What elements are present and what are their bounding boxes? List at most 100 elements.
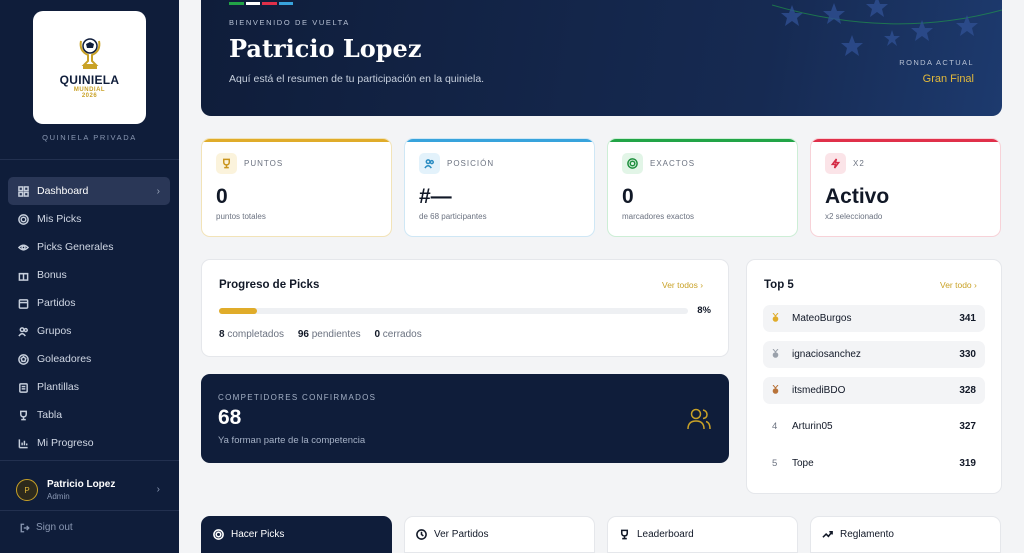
stat-subtitle: marcadores exactos [622, 212, 695, 221]
sidebar-nav: Dashboard › Mis Picks Picks Generales Bo… [8, 177, 170, 457]
stat-label: X2 [853, 159, 865, 168]
player-name: Tope [792, 458, 814, 469]
competitors-label: COMPETIDORES CONFIRMADOS [218, 393, 377, 402]
button-label: Leaderboard [637, 529, 694, 540]
ball-icon [18, 353, 29, 365]
player-points: 341 [959, 313, 976, 324]
competitors-subtitle: Ya forman parte de la competencia [218, 435, 366, 446]
stat-value: 0 [622, 185, 634, 208]
sidebar-item-label: Mi Progreso [37, 437, 94, 449]
sidebar-item-label: Picks Generales [37, 241, 114, 253]
lightning-icon [825, 153, 846, 174]
target-icon [622, 153, 643, 174]
card-title: Progreso de Picks [219, 279, 320, 291]
welcome-label: BIENVENIDO DE VUELTA [229, 18, 350, 27]
sidebar-item-label: Partidos [37, 297, 76, 309]
progress-bar [219, 308, 688, 314]
sidebar-item-grupos[interactable]: Grupos [8, 317, 170, 345]
flag-stripes [229, 2, 295, 5]
user-menu[interactable]: P Patricio Lopez Admin › [16, 475, 166, 505]
sidebar-item-goleadores[interactable]: Goleadores [8, 345, 170, 373]
sidebar-item-label: Grupos [37, 325, 72, 337]
player-points: 328 [959, 385, 976, 396]
leaderboard-row[interactable]: MateoBurgos 341 [763, 305, 985, 332]
progress-stats: 8 completados 96 pendientes 0 cerrados [219, 329, 422, 340]
round-label: RONDA ACTUAL [899, 58, 974, 67]
sidebar-item-mi-progreso[interactable]: Mi Progreso [8, 429, 170, 457]
sidebar-item-bonus[interactable]: Bonus [8, 261, 170, 289]
sidebar-item-mis-picks[interactable]: Mis Picks [8, 205, 170, 233]
users-icon [685, 405, 713, 433]
stat-label: EXACTOS [650, 159, 696, 168]
stat-subtitle: de 68 participantes [419, 212, 487, 221]
see-all-leaderboard-link[interactable]: Ver todo › [940, 280, 977, 290]
stat-label: POSICIÓN [447, 159, 495, 168]
divider [0, 159, 179, 160]
card-title: Top 5 [764, 279, 794, 291]
sidebar-item-plantillas[interactable]: Plantillas [8, 373, 170, 401]
player-points: 330 [959, 349, 976, 360]
eye-icon [18, 243, 29, 251]
button-label: Hacer Picks [231, 529, 285, 540]
stat-card-posicion: POSICIÓN #— de 68 participantes [404, 138, 595, 237]
stat-value: Activo [825, 185, 890, 208]
sidebar-item-picks-generales[interactable]: Picks Generales [8, 233, 170, 261]
bronze-medal-icon [772, 384, 792, 397]
stat-label: PUNTOS [244, 159, 284, 168]
sidebar-item-partidos[interactable]: Partidos [8, 289, 170, 317]
card-accent [405, 139, 594, 142]
competitors-count: 68 [218, 406, 242, 429]
stars-decoration-icon [772, 0, 1002, 56]
avatar: P [16, 479, 38, 501]
player-name: ignaciosanchez [792, 349, 861, 360]
sidebar-item-label: Plantillas [37, 381, 80, 393]
round-value: Gran Final [922, 73, 974, 85]
app-logo[interactable]: QUINIELA MUNDIAL 2026 [33, 11, 146, 124]
progress-bar-fill [219, 308, 257, 314]
rules-button[interactable]: Reglamento [810, 516, 1001, 553]
card-accent [202, 139, 391, 142]
leaderboard-button[interactable]: Leaderboard [607, 516, 798, 553]
users-icon [419, 153, 440, 174]
make-picks-button[interactable]: Hacer Picks [201, 516, 392, 553]
trend-icon [822, 530, 833, 538]
leaderboard-row[interactable]: 5 Tope 319 [763, 450, 985, 477]
gold-medal-icon [772, 312, 792, 325]
divider [0, 460, 179, 461]
progress-percent: 8% [697, 305, 711, 316]
player-name: itsmediBDO [792, 385, 846, 396]
sidebar: QUINIELA MUNDIAL 2026 QUINIELA PRIVADA D… [0, 0, 179, 553]
sign-out-button[interactable]: Sign out [20, 522, 73, 533]
sidebar-item-dashboard[interactable]: Dashboard › [8, 177, 170, 205]
leaderboard-row[interactable]: itsmediBDO 328 [763, 377, 985, 404]
view-matches-button[interactable]: Ver Partidos [404, 516, 595, 553]
sidebar-subtitle: QUINIELA PRIVADA [42, 133, 137, 142]
calendar-icon [18, 298, 29, 309]
stat-value: #— [419, 185, 452, 208]
sidebar-item-tabla[interactable]: Tabla [8, 401, 170, 429]
player-rank: 4 [772, 421, 778, 432]
clock-icon [416, 529, 427, 540]
leaderboard-row[interactable]: 4 Arturin05 327 [763, 413, 985, 440]
leaderboard-row[interactable]: ignaciosanchez 330 [763, 341, 985, 368]
logo-text: QUINIELA [59, 72, 120, 87]
stat-value: 0 [216, 185, 228, 208]
user-name: Patricio Lopez [47, 479, 116, 490]
player-name: MateoBurgos [792, 313, 852, 324]
clipboard-icon [19, 382, 28, 393]
trophy-icon [20, 410, 27, 420]
sidebar-item-label: Goleadores [37, 353, 92, 365]
sidebar-item-label: Bonus [37, 269, 67, 281]
competitors-card: COMPETIDORES CONFIRMADOS 68 Ya forman pa… [201, 374, 729, 463]
logo-year: 2026 [81, 92, 98, 99]
stat-card-x2: X2 Activo x2 seleccionado [810, 138, 1001, 237]
card-accent [811, 139, 1000, 142]
sidebar-item-label: Tabla [37, 409, 63, 421]
player-rank: 5 [772, 458, 778, 469]
welcome-banner: BIENVENIDO DE VUELTA Patricio Lopez Aquí… [201, 0, 1002, 116]
page-title: Patricio Lopez [229, 34, 422, 63]
stat-subtitle: puntos totales [216, 212, 266, 221]
chevron-right-icon: › [156, 185, 160, 197]
player-points: 319 [959, 458, 976, 469]
see-all-picks-link[interactable]: Ver todos › [662, 280, 703, 290]
